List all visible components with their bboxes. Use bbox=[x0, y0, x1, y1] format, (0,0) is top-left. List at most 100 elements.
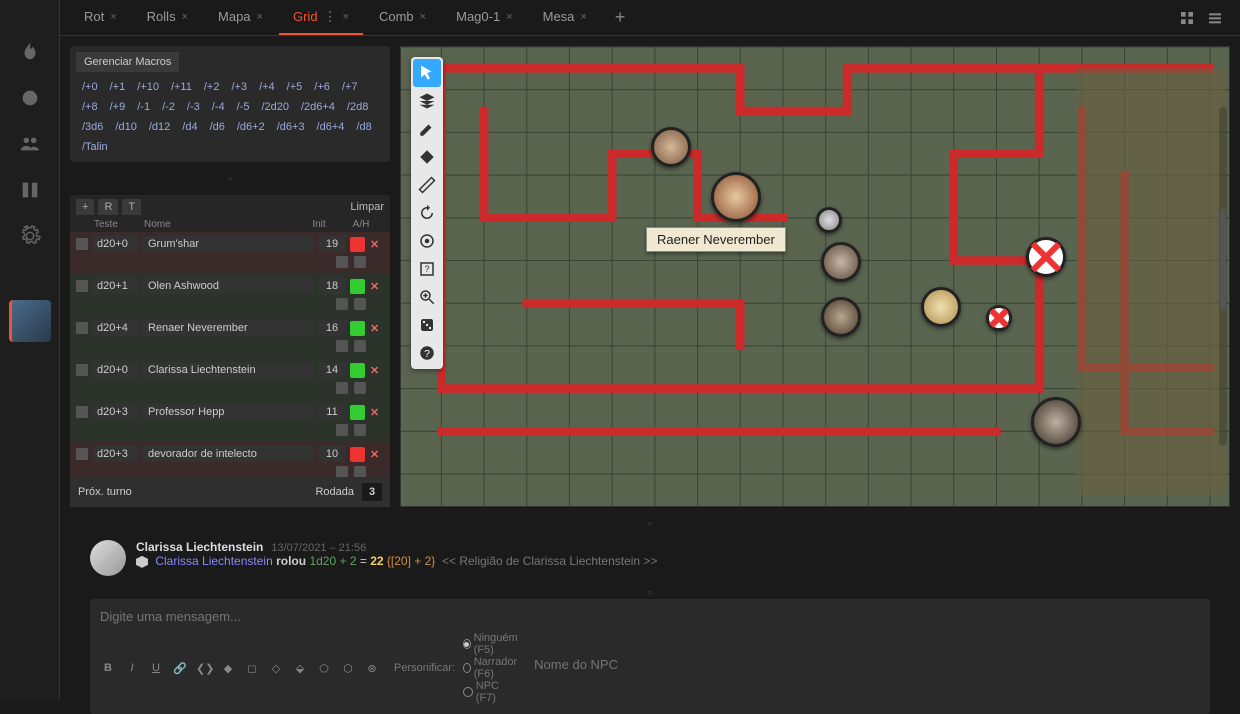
macro-chip[interactable]: /+2 bbox=[198, 78, 226, 96]
close-icon[interactable]: × bbox=[506, 11, 512, 23]
init-row[interactable]: d20+3 Professor Hepp 11 ✕ bbox=[70, 400, 390, 424]
underline-button[interactable]: U bbox=[148, 662, 164, 674]
row-color[interactable] bbox=[350, 363, 365, 378]
row-name[interactable]: Renaer Neverember bbox=[142, 320, 314, 336]
row-init[interactable]: 16 bbox=[319, 320, 345, 336]
token[interactable] bbox=[821, 297, 861, 337]
macro-chip[interactable]: /Talin bbox=[76, 138, 114, 156]
row-color[interactable] bbox=[350, 237, 365, 252]
eye-icon[interactable] bbox=[336, 382, 348, 394]
macro-chip[interactable]: /2d6+4 bbox=[295, 98, 341, 116]
macro-chip[interactable]: /+0 bbox=[76, 78, 104, 96]
init-row[interactable]: d20+0Grum'shar19✕ bbox=[70, 232, 390, 256]
zoom-tool[interactable] bbox=[413, 283, 441, 311]
macro-chip[interactable]: /+11 bbox=[165, 78, 198, 96]
row-init[interactable]: 10 bbox=[319, 446, 345, 462]
row-checkbox[interactable] bbox=[76, 238, 88, 250]
chat-split-handle[interactable]: ○ bbox=[90, 586, 1210, 599]
d6-button[interactable]: ◻ bbox=[244, 662, 260, 675]
macro-chip[interactable]: /d6+4 bbox=[311, 118, 351, 136]
init-clear-button[interactable]: Limpar bbox=[350, 201, 384, 213]
row-remove-icon[interactable]: ✕ bbox=[370, 364, 384, 377]
macro-chip[interactable]: /d6 bbox=[204, 118, 231, 136]
row-init[interactable]: 11 bbox=[319, 404, 345, 420]
npc-name-input[interactable] bbox=[528, 655, 739, 674]
row-test[interactable]: d20+3 bbox=[93, 404, 137, 420]
close-icon[interactable]: × bbox=[420, 11, 426, 23]
chat-text-input[interactable] bbox=[100, 609, 1200, 624]
macro-chip[interactable]: /-2 bbox=[156, 98, 181, 116]
link-icon[interactable] bbox=[354, 298, 366, 310]
link-icon[interactable] bbox=[354, 466, 366, 477]
row-remove-icon[interactable]: ✕ bbox=[370, 322, 384, 335]
row-test[interactable]: d20+3 bbox=[93, 446, 137, 462]
personify-option[interactable]: Ninguém (F5) bbox=[463, 632, 520, 656]
pointer-tool[interactable] bbox=[413, 59, 441, 87]
map-scrollbar[interactable] bbox=[1219, 107, 1227, 446]
row-color[interactable] bbox=[350, 321, 365, 336]
circle-icon[interactable] bbox=[18, 86, 42, 110]
macro-chip[interactable]: /d6+3 bbox=[271, 118, 311, 136]
row-color[interactable] bbox=[350, 279, 365, 294]
dice-tool[interactable] bbox=[413, 311, 441, 339]
macro-chip[interactable]: /-1 bbox=[131, 98, 156, 116]
macro-chip[interactable]: /2d20 bbox=[255, 98, 295, 116]
next-turn-button[interactable]: Próx. turno bbox=[78, 486, 132, 498]
token[interactable] bbox=[1031, 397, 1081, 447]
init-row[interactable]: d20+0Clarissa Liechtenstein14✕ bbox=[70, 358, 390, 382]
split-handle[interactable]: ○ bbox=[60, 517, 1240, 530]
flame-icon[interactable] bbox=[18, 40, 42, 64]
map-canvas[interactable]: ? ? Raener Neverember bbox=[400, 46, 1230, 507]
row-test[interactable]: d20+0 bbox=[93, 236, 137, 252]
init-t-button[interactable]: T bbox=[122, 199, 141, 215]
row-test[interactable]: d20+4 bbox=[93, 320, 137, 336]
eye-icon[interactable] bbox=[336, 256, 348, 268]
history-tool[interactable] bbox=[413, 199, 441, 227]
macro-chip[interactable]: /d6+2 bbox=[231, 118, 271, 136]
bold-button[interactable]: B bbox=[100, 662, 116, 674]
italic-button[interactable]: I bbox=[124, 662, 140, 674]
code-button[interactable]: ❮❯ bbox=[196, 662, 212, 675]
link-icon[interactable] bbox=[354, 424, 366, 436]
tab-rolls[interactable]: Rolls × bbox=[133, 0, 202, 35]
macro-chip[interactable]: /+5 bbox=[281, 78, 309, 96]
eye-icon[interactable] bbox=[336, 424, 348, 436]
panel-drag-handle[interactable]: ○ bbox=[70, 172, 390, 185]
macro-chip[interactable]: /+9 bbox=[104, 98, 132, 116]
row-name[interactable]: Professor Hepp bbox=[142, 404, 314, 420]
players-icon[interactable] bbox=[18, 132, 42, 156]
row-color[interactable] bbox=[350, 405, 365, 420]
macro-chip[interactable]: /+8 bbox=[76, 98, 104, 116]
init-add-button[interactable]: + bbox=[76, 199, 94, 215]
row-checkbox[interactable] bbox=[76, 448, 88, 460]
macro-chip[interactable]: /+6 bbox=[308, 78, 336, 96]
macro-chip[interactable]: /+4 bbox=[253, 78, 281, 96]
macro-chip[interactable]: /+1 bbox=[104, 78, 132, 96]
d4-button[interactable]: ◆ bbox=[220, 662, 236, 675]
close-icon[interactable]: × bbox=[182, 11, 188, 23]
shape-tool[interactable] bbox=[413, 143, 441, 171]
macro-chip[interactable]: /+10 bbox=[131, 78, 165, 96]
gear-icon[interactable] bbox=[18, 224, 42, 248]
row-checkbox[interactable] bbox=[76, 280, 88, 292]
token-dead[interactable] bbox=[986, 305, 1012, 331]
row-test[interactable]: d20+1 bbox=[93, 278, 137, 294]
personify-option[interactable]: NPC (F7) bbox=[463, 680, 520, 704]
tab-mapa[interactable]: Mapa × bbox=[204, 0, 277, 35]
ruler-tool[interactable] bbox=[413, 171, 441, 199]
tab-grid[interactable]: Grid ⋮ × bbox=[279, 0, 363, 35]
macro-chip[interactable]: /+7 bbox=[336, 78, 364, 96]
d20-button[interactable]: ⬡ bbox=[340, 662, 356, 675]
row-remove-icon[interactable]: ✕ bbox=[370, 448, 384, 461]
add-tab-button[interactable]: + bbox=[603, 7, 638, 28]
menu-icon[interactable] bbox=[1206, 9, 1224, 27]
token-dead[interactable] bbox=[1026, 237, 1066, 277]
row-remove-icon[interactable]: ✕ bbox=[370, 406, 384, 419]
init-row[interactable]: d20+1Olen Ashwood18✕ bbox=[70, 274, 390, 298]
eye-icon[interactable] bbox=[336, 298, 348, 310]
row-name[interactable]: Olen Ashwood bbox=[142, 278, 314, 294]
scene-thumbnail[interactable] bbox=[9, 300, 51, 342]
eye-icon[interactable] bbox=[336, 340, 348, 352]
close-icon[interactable]: × bbox=[580, 11, 586, 23]
d12-button[interactable]: ⬠ bbox=[316, 662, 332, 675]
